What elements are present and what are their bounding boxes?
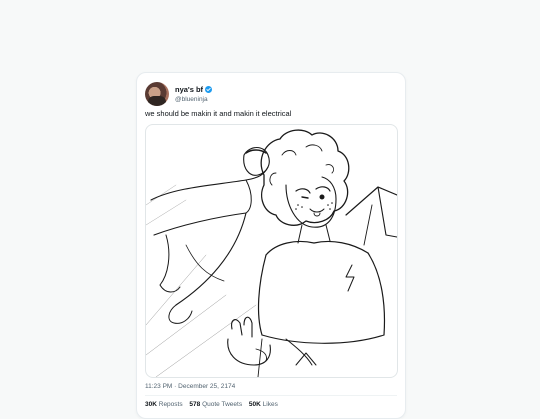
divider <box>145 395 397 396</box>
name-row: nya's bf <box>175 85 213 95</box>
verified-badge-icon <box>205 86 213 93</box>
tweet-card[interactable]: nya's bf @blueninja we should be makin i… <box>136 72 406 419</box>
tweet-timestamp[interactable]: 11:23 PM · December 25, 2174 <box>145 382 235 391</box>
display-name[interactable]: nya's bf <box>175 85 203 95</box>
sketch-illustration <box>146 129 397 377</box>
tweet-date: December 25, 2174 <box>178 383 236 390</box>
tweet-time: 11:23 PM <box>145 383 173 390</box>
author-names: nya's bf @blueninja <box>175 85 213 104</box>
tweet-header: nya's bf @blueninja <box>145 81 213 107</box>
timestamp-separator: · <box>174 383 177 390</box>
avatar[interactable] <box>145 82 169 106</box>
tweet-text: we should be makin it and makin it elect… <box>145 109 292 118</box>
user-handle[interactable]: @blueninja <box>175 95 212 104</box>
tweet-image[interactable] <box>145 124 398 378</box>
